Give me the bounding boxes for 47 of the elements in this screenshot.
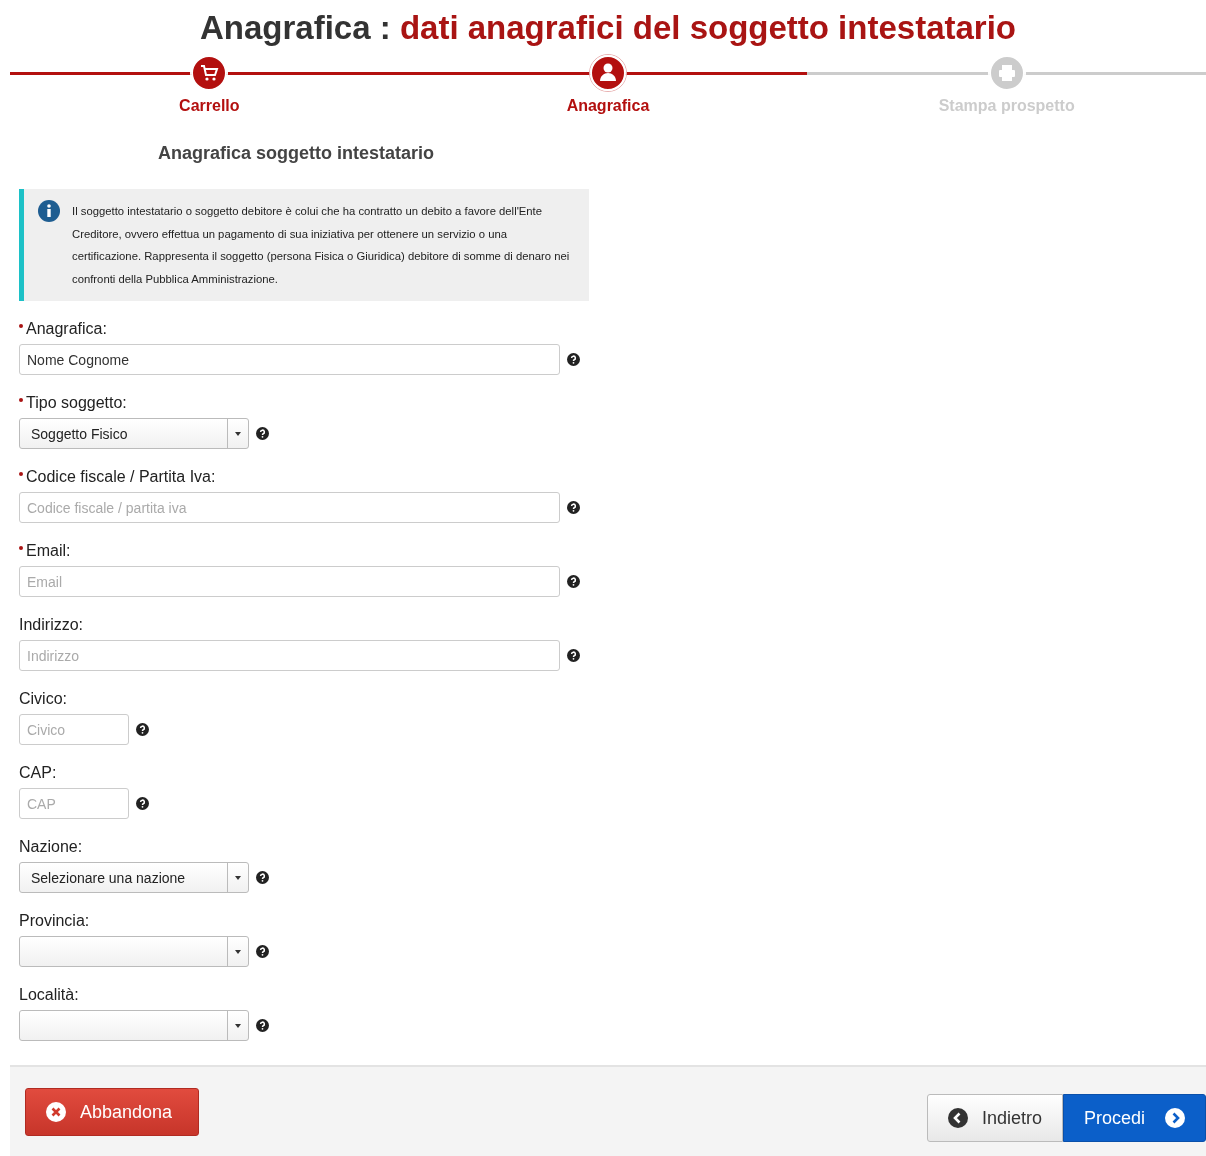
field-label: Provincia:: [19, 912, 90, 930]
close-icon: [46, 1102, 66, 1122]
field-label: Civico:: [19, 690, 67, 708]
help-icon[interactable]: [136, 723, 149, 736]
input-field[interactable]: CAP: [19, 788, 129, 819]
step-label: Anagrafica: [566, 97, 650, 115]
help-icon[interactable]: [567, 575, 580, 588]
field-label: Codice fiscale / Partita Iva:: [26, 468, 216, 486]
section-title: Anagrafica soggetto intestatario: [158, 143, 436, 164]
field-label: Anagrafica:: [26, 320, 107, 338]
back-button[interactable]: Indietro: [926, 1094, 1063, 1142]
dropdown[interactable]: Selezionare una nazione: [19, 862, 249, 893]
help-icon[interactable]: [256, 427, 269, 440]
field-label: CAP:: [19, 764, 57, 782]
input-field[interactable]: Nome Cognome: [19, 344, 560, 375]
caret-icon: [235, 431, 241, 436]
help-icon[interactable]: [567, 649, 580, 662]
help-icon[interactable]: [136, 797, 149, 810]
input-field[interactable]: Codice fiscale / partita iva: [19, 492, 560, 523]
help-icon[interactable]: [256, 871, 269, 884]
input-field[interactable]: Civico: [19, 714, 129, 745]
info-icon: [38, 200, 60, 222]
cart-icon[interactable]: [190, 54, 229, 92]
chevron-right-icon: [1165, 1108, 1185, 1128]
help-icon[interactable]: [256, 945, 269, 958]
abandon-button[interactable]: Abbandona: [25, 1088, 199, 1136]
field-label: Email:: [26, 542, 71, 560]
page-title: Anagrafica :: [200, 9, 391, 46]
user-icon[interactable]: [589, 54, 627, 92]
info-text: Il soggetto intestatario o soggetto debitore è colui che ha contratto un debito a favore dell'Ente Creditore, ovvero effettua un pagamento di sua iniziativa per ottenere un servizio o una certificazione. Rappresenta il soggetto (persona Fisica o Giuridica) debitore di somme di denaro nei confronti della Pubblica Amministrazione.: [72, 204, 571, 287]
page-subtitle: dati anagrafici del soggetto intestatario: [399, 9, 1016, 46]
caret-icon: [235, 949, 241, 954]
caret-icon: [235, 1023, 241, 1028]
field-label: Nazione:: [19, 838, 83, 856]
step-label: Carrello: [179, 97, 240, 115]
input-field[interactable]: Email: [19, 566, 560, 597]
next-button[interactable]: Procedi: [1062, 1094, 1206, 1142]
field-label: Località:: [19, 986, 79, 1004]
help-icon[interactable]: [567, 501, 580, 514]
caret-icon: [235, 875, 241, 880]
help-icon[interactable]: [256, 1019, 269, 1032]
help-icon[interactable]: [567, 353, 580, 366]
field-label: Tipo soggetto:: [26, 394, 127, 412]
field-label: Indirizzo:: [19, 616, 84, 634]
input-field[interactable]: Indirizzo: [19, 640, 560, 671]
chevron-left-icon: [947, 1108, 968, 1128]
dropdown[interactable]: Soggetto Fisico: [19, 418, 249, 449]
